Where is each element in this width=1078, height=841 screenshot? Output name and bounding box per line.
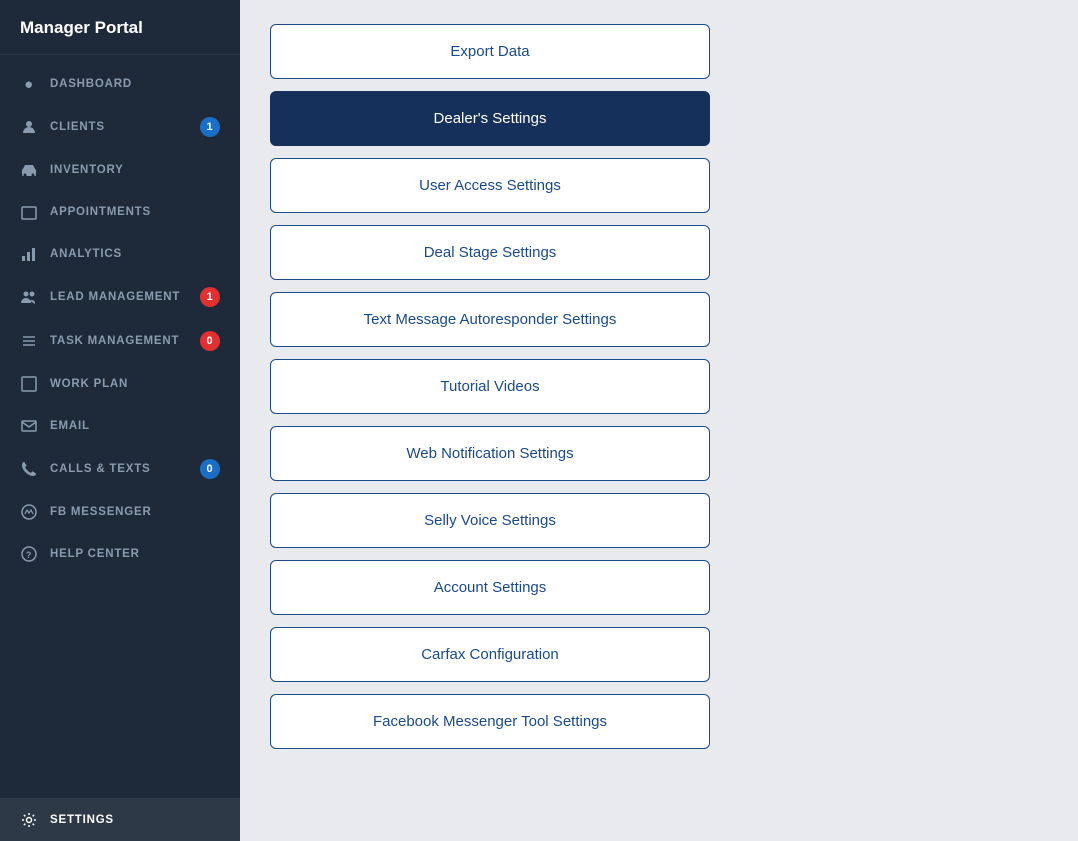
- selly-voice-settings-button[interactable]: Selly Voice Settings: [270, 493, 710, 548]
- sidebar-item-analytics[interactable]: ANALYTICS: [0, 233, 240, 275]
- inventory-icon: [20, 161, 38, 179]
- sidebar-item-label-clients: CLIENTS: [50, 121, 105, 133]
- lead-management-icon: [20, 288, 38, 306]
- task-management-icon: [20, 332, 38, 350]
- sidebar-item-label-appointments: APPOINTMENTS: [50, 206, 151, 218]
- text-message-autoresponder-button[interactable]: Text Message Autoresponder Settings: [270, 292, 710, 347]
- appointments-icon: [20, 203, 38, 221]
- help-center-icon: ?: [20, 545, 38, 563]
- export-data-button[interactable]: Export Data: [270, 24, 710, 79]
- sidebar-nav: ● DASHBOARD CLIENTS 1 INVENTORY APPOINTMENTS A…: [0, 55, 240, 798]
- carfax-configuration-button[interactable]: Carfax Configuration: [270, 627, 710, 682]
- sidebar-item-label-settings: SETTINGS: [50, 814, 114, 826]
- account-settings-button[interactable]: Account Settings: [270, 560, 710, 615]
- sidebar-item-label-email: EMAIL: [50, 420, 90, 432]
- fb-messenger-icon: [20, 503, 38, 521]
- tutorial-videos-button[interactable]: Tutorial Videos: [270, 359, 710, 414]
- sidebar-bottom: SETTINGS: [0, 798, 240, 841]
- app-logo: Manager Portal: [0, 0, 240, 55]
- sidebar-item-task-management[interactable]: TASK MANAGEMENT 0: [0, 319, 240, 363]
- sidebar: Manager Portal ● DASHBOARD CLIENTS 1 INVENTO…: [0, 0, 240, 841]
- sidebar-item-email[interactable]: EMAIL: [0, 405, 240, 447]
- sidebar-item-label-task-management: TASK MANAGEMENT: [50, 335, 179, 347]
- work-plan-icon: [20, 375, 38, 393]
- web-notification-settings-button[interactable]: Web Notification Settings: [270, 426, 710, 481]
- sidebar-item-clients[interactable]: CLIENTS 1: [0, 105, 240, 149]
- dashboard-icon: ●: [20, 75, 38, 93]
- sidebar-item-dashboard[interactable]: ● DASHBOARD: [0, 63, 240, 105]
- badge-lead-management: 1: [200, 287, 220, 307]
- dealers-settings-button[interactable]: Dealer's Settings: [270, 91, 710, 146]
- settings-icon: [20, 811, 38, 829]
- email-icon: [20, 417, 38, 435]
- sidebar-item-label-help-center: HELP CENTER: [50, 548, 140, 560]
- sidebar-item-help-center[interactable]: ? HELP CENTER: [0, 533, 240, 575]
- sidebar-item-work-plan[interactable]: WORK PLAN: [0, 363, 240, 405]
- analytics-icon: [20, 245, 38, 263]
- main-content: Export Data Dealer's Settings User Access …: [240, 0, 1078, 841]
- badge-calls-texts: 0: [200, 459, 220, 479]
- sidebar-item-label-analytics: ANALYTICS: [50, 248, 122, 260]
- sidebar-item-label-lead-management: LEAD MANAGEMENT: [50, 291, 180, 303]
- user-access-settings-button[interactable]: User Access Settings: [270, 158, 710, 213]
- sidebar-item-label-calls-texts: CALLS & TEXTS: [50, 463, 151, 475]
- badge-task-management: 0: [200, 331, 220, 351]
- sidebar-item-lead-management[interactable]: LEAD MANAGEMENT 1: [0, 275, 240, 319]
- badge-clients: 1: [200, 117, 220, 137]
- sidebar-item-settings[interactable]: SETTINGS: [0, 799, 240, 841]
- clients-icon: [20, 118, 38, 136]
- svg-text:?: ?: [26, 550, 32, 560]
- sidebar-item-calls-texts[interactable]: CALLS & TEXTS 0: [0, 447, 240, 491]
- sidebar-item-fb-messenger[interactable]: FB MESSENGER: [0, 491, 240, 533]
- sidebar-item-inventory[interactable]: INVENTORY: [0, 149, 240, 191]
- sidebar-item-label-dashboard: DASHBOARD: [50, 78, 132, 90]
- facebook-messenger-tool-button[interactable]: Facebook Messenger Tool Settings: [270, 694, 710, 749]
- sidebar-item-appointments[interactable]: APPOINTMENTS: [0, 191, 240, 233]
- sidebar-item-label-work-plan: WORK PLAN: [50, 378, 128, 390]
- sidebar-item-label-inventory: INVENTORY: [50, 164, 124, 176]
- calls-texts-icon: [20, 460, 38, 478]
- sidebar-item-label-fb-messenger: FB MESSENGER: [50, 506, 152, 518]
- deal-stage-settings-button[interactable]: Deal Stage Settings: [270, 225, 710, 280]
